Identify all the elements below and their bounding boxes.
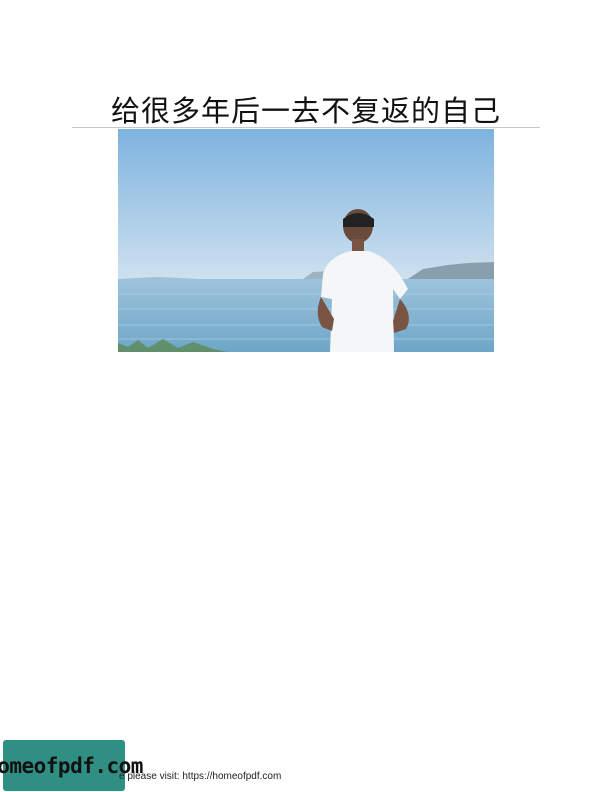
page-title: 给很多年后一去不复返的自己 bbox=[110, 94, 501, 128]
title-divider bbox=[72, 127, 540, 128]
lakeshore-photo bbox=[118, 129, 494, 352]
homeofpdf-logo[interactable]: homeofpdf.com bbox=[0, 740, 143, 791]
footer-visit-link[interactable]: e please visit: https://homeofpdf.com bbox=[119, 771, 281, 782]
